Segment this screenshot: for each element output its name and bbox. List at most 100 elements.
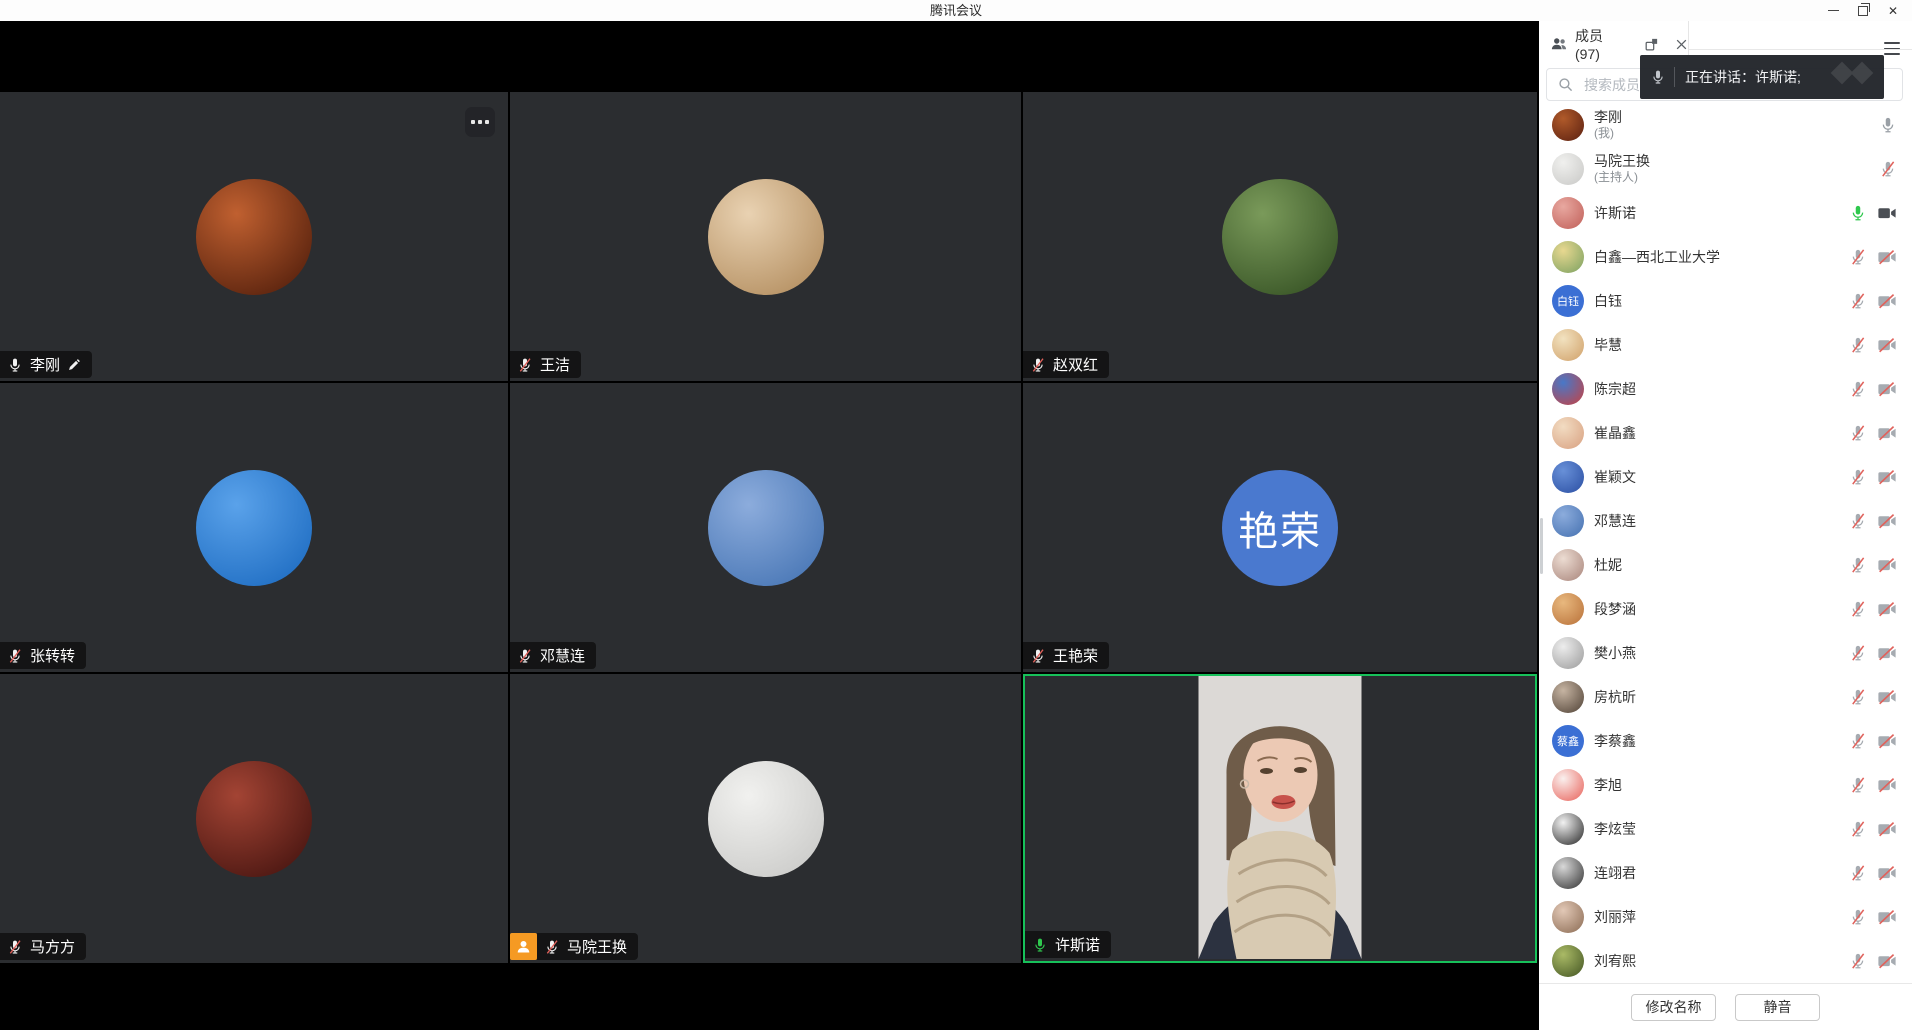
close-panel-icon[interactable] bbox=[1675, 38, 1688, 51]
scrollbar-thumb[interactable] bbox=[1540, 518, 1543, 574]
tile-more-button[interactable] bbox=[465, 107, 495, 137]
close-window-button[interactable]: ✕ bbox=[1880, 0, 1906, 21]
mic-muted-icon[interactable] bbox=[1849, 512, 1867, 530]
avatar bbox=[1552, 505, 1584, 537]
member-row[interactable]: 连翊君 bbox=[1539, 851, 1912, 895]
minimize-button[interactable] bbox=[1820, 0, 1846, 21]
camera-muted-icon[interactable] bbox=[1877, 865, 1897, 881]
mic-speaking-icon[interactable] bbox=[1849, 204, 1867, 222]
member-row[interactable]: 杜妮 bbox=[1539, 543, 1912, 587]
camera-muted-icon[interactable] bbox=[1877, 777, 1897, 793]
member-row[interactable]: 刘宥熙 bbox=[1539, 939, 1912, 983]
mic-on-icon[interactable] bbox=[1879, 116, 1897, 134]
camera-muted-icon[interactable] bbox=[1877, 249, 1897, 265]
member-row[interactable]: 樊小燕 bbox=[1539, 631, 1912, 675]
avatar bbox=[196, 179, 312, 295]
member-row[interactable]: 白钰 白钰 bbox=[1539, 279, 1912, 323]
avatar: 白钰 bbox=[1552, 285, 1584, 317]
member-row[interactable]: 许斯诺 bbox=[1539, 191, 1912, 235]
popout-icon[interactable] bbox=[1644, 37, 1659, 52]
hamburger-icon[interactable] bbox=[1884, 42, 1900, 55]
mic-muted-icon[interactable] bbox=[1849, 424, 1867, 442]
avatar bbox=[1552, 417, 1584, 449]
member-row[interactable]: 李刚 (我) bbox=[1539, 103, 1912, 147]
member-row[interactable]: 房杭昕 bbox=[1539, 675, 1912, 719]
mute-button[interactable]: 静音 bbox=[1735, 994, 1820, 1021]
camera-muted-icon[interactable] bbox=[1877, 601, 1897, 617]
member-list[interactable]: 李刚 (我) 马院王换 (主持人) 许斯诺 bbox=[1539, 103, 1912, 983]
mic-muted-icon[interactable] bbox=[1879, 160, 1897, 178]
mic-muted-icon[interactable] bbox=[1849, 644, 1867, 662]
tile-name-label: 张转转 bbox=[0, 642, 86, 669]
video-tile[interactable]: 赵双红 bbox=[1023, 92, 1537, 381]
member-row[interactable]: 马院王换 (主持人) bbox=[1539, 147, 1912, 191]
camera-muted-icon[interactable] bbox=[1877, 953, 1897, 969]
camera-muted-icon[interactable] bbox=[1877, 425, 1897, 441]
member-name-block: 刘宥熙 bbox=[1594, 953, 1849, 970]
mic-muted-icon[interactable] bbox=[1849, 820, 1867, 838]
camera-muted-icon[interactable] bbox=[1877, 821, 1897, 837]
member-name-block: 段梦涵 bbox=[1594, 601, 1849, 618]
camera-muted-icon[interactable] bbox=[1877, 293, 1897, 309]
member-row[interactable]: 崔颖文 bbox=[1539, 455, 1912, 499]
mic-on-icon bbox=[7, 357, 23, 373]
mic-muted-icon[interactable] bbox=[1849, 380, 1867, 398]
window-title: 腾讯会议 bbox=[0, 0, 1912, 21]
member-row[interactable]: 毕慧 bbox=[1539, 323, 1912, 367]
mic-muted-icon[interactable] bbox=[1849, 776, 1867, 794]
video-tile[interactable]: 张转转 bbox=[0, 383, 508, 672]
member-row[interactable]: 崔晶鑫 bbox=[1539, 411, 1912, 455]
camera-muted-icon[interactable] bbox=[1877, 557, 1897, 573]
member-name-block: 连翊君 bbox=[1594, 865, 1849, 882]
member-row[interactable]: 蔡鑫 李蔡鑫 bbox=[1539, 719, 1912, 763]
camera-muted-icon[interactable] bbox=[1877, 381, 1897, 397]
member-row[interactable]: 李炫莹 bbox=[1539, 807, 1912, 851]
mic-muted-icon[interactable] bbox=[1849, 248, 1867, 266]
video-tile[interactable]: 许斯诺 bbox=[1023, 674, 1537, 963]
mic-muted-icon[interactable] bbox=[1849, 864, 1867, 882]
mic-muted-icon[interactable] bbox=[1849, 908, 1867, 926]
tile-name-label: 马院王换 bbox=[510, 933, 638, 960]
video-tile[interactable]: 马院王换 bbox=[510, 674, 1021, 963]
avatar bbox=[1552, 373, 1584, 405]
video-tile[interactable]: 艳荣 王艳荣 bbox=[1023, 383, 1537, 672]
member-row[interactable]: 刘丽萍 bbox=[1539, 895, 1912, 939]
member-name: 李旭 bbox=[1594, 777, 1849, 794]
mic-muted-icon[interactable] bbox=[1849, 556, 1867, 574]
camera-muted-icon[interactable] bbox=[1877, 909, 1897, 925]
member-name: 邓慧连 bbox=[1594, 513, 1849, 530]
mic-muted-icon[interactable] bbox=[1849, 732, 1867, 750]
camera-on-icon[interactable] bbox=[1877, 205, 1897, 221]
member-row[interactable]: 陈宗超 bbox=[1539, 367, 1912, 411]
banner-divider bbox=[1674, 67, 1675, 87]
edit-name-icon[interactable] bbox=[67, 358, 81, 372]
mic-muted-icon[interactable] bbox=[1849, 292, 1867, 310]
mic-muted-icon[interactable] bbox=[1849, 688, 1867, 706]
restore-button[interactable] bbox=[1850, 0, 1876, 21]
avatar bbox=[1552, 769, 1584, 801]
video-tile[interactable]: 邓慧连 bbox=[510, 383, 1021, 672]
mic-muted-icon[interactable] bbox=[1849, 600, 1867, 618]
camera-muted-icon[interactable] bbox=[1877, 689, 1897, 705]
video-tile[interactable]: 马方方 bbox=[0, 674, 508, 963]
member-row[interactable]: 白鑫—西北工业大学 bbox=[1539, 235, 1912, 279]
camera-muted-icon[interactable] bbox=[1877, 469, 1897, 485]
avatar bbox=[1552, 681, 1584, 713]
member-name-block: 刘丽萍 bbox=[1594, 909, 1849, 926]
video-tile[interactable]: 李刚 bbox=[0, 92, 508, 381]
camera-muted-icon[interactable] bbox=[1877, 645, 1897, 661]
member-name-block: 樊小燕 bbox=[1594, 645, 1849, 662]
mic-muted-icon[interactable] bbox=[1849, 336, 1867, 354]
member-row[interactable]: 李旭 bbox=[1539, 763, 1912, 807]
camera-muted-icon[interactable] bbox=[1877, 337, 1897, 353]
member-row[interactable]: 邓慧连 bbox=[1539, 499, 1912, 543]
tile-name-label: 王洁 bbox=[510, 351, 581, 378]
avatar bbox=[1552, 197, 1584, 229]
rename-button[interactable]: 修改名称 bbox=[1631, 994, 1716, 1021]
mic-muted-icon[interactable] bbox=[1849, 468, 1867, 486]
camera-muted-icon[interactable] bbox=[1877, 733, 1897, 749]
video-tile[interactable]: 王洁 bbox=[510, 92, 1021, 381]
mic-muted-icon[interactable] bbox=[1849, 952, 1867, 970]
member-row[interactable]: 段梦涵 bbox=[1539, 587, 1912, 631]
camera-muted-icon[interactable] bbox=[1877, 513, 1897, 529]
